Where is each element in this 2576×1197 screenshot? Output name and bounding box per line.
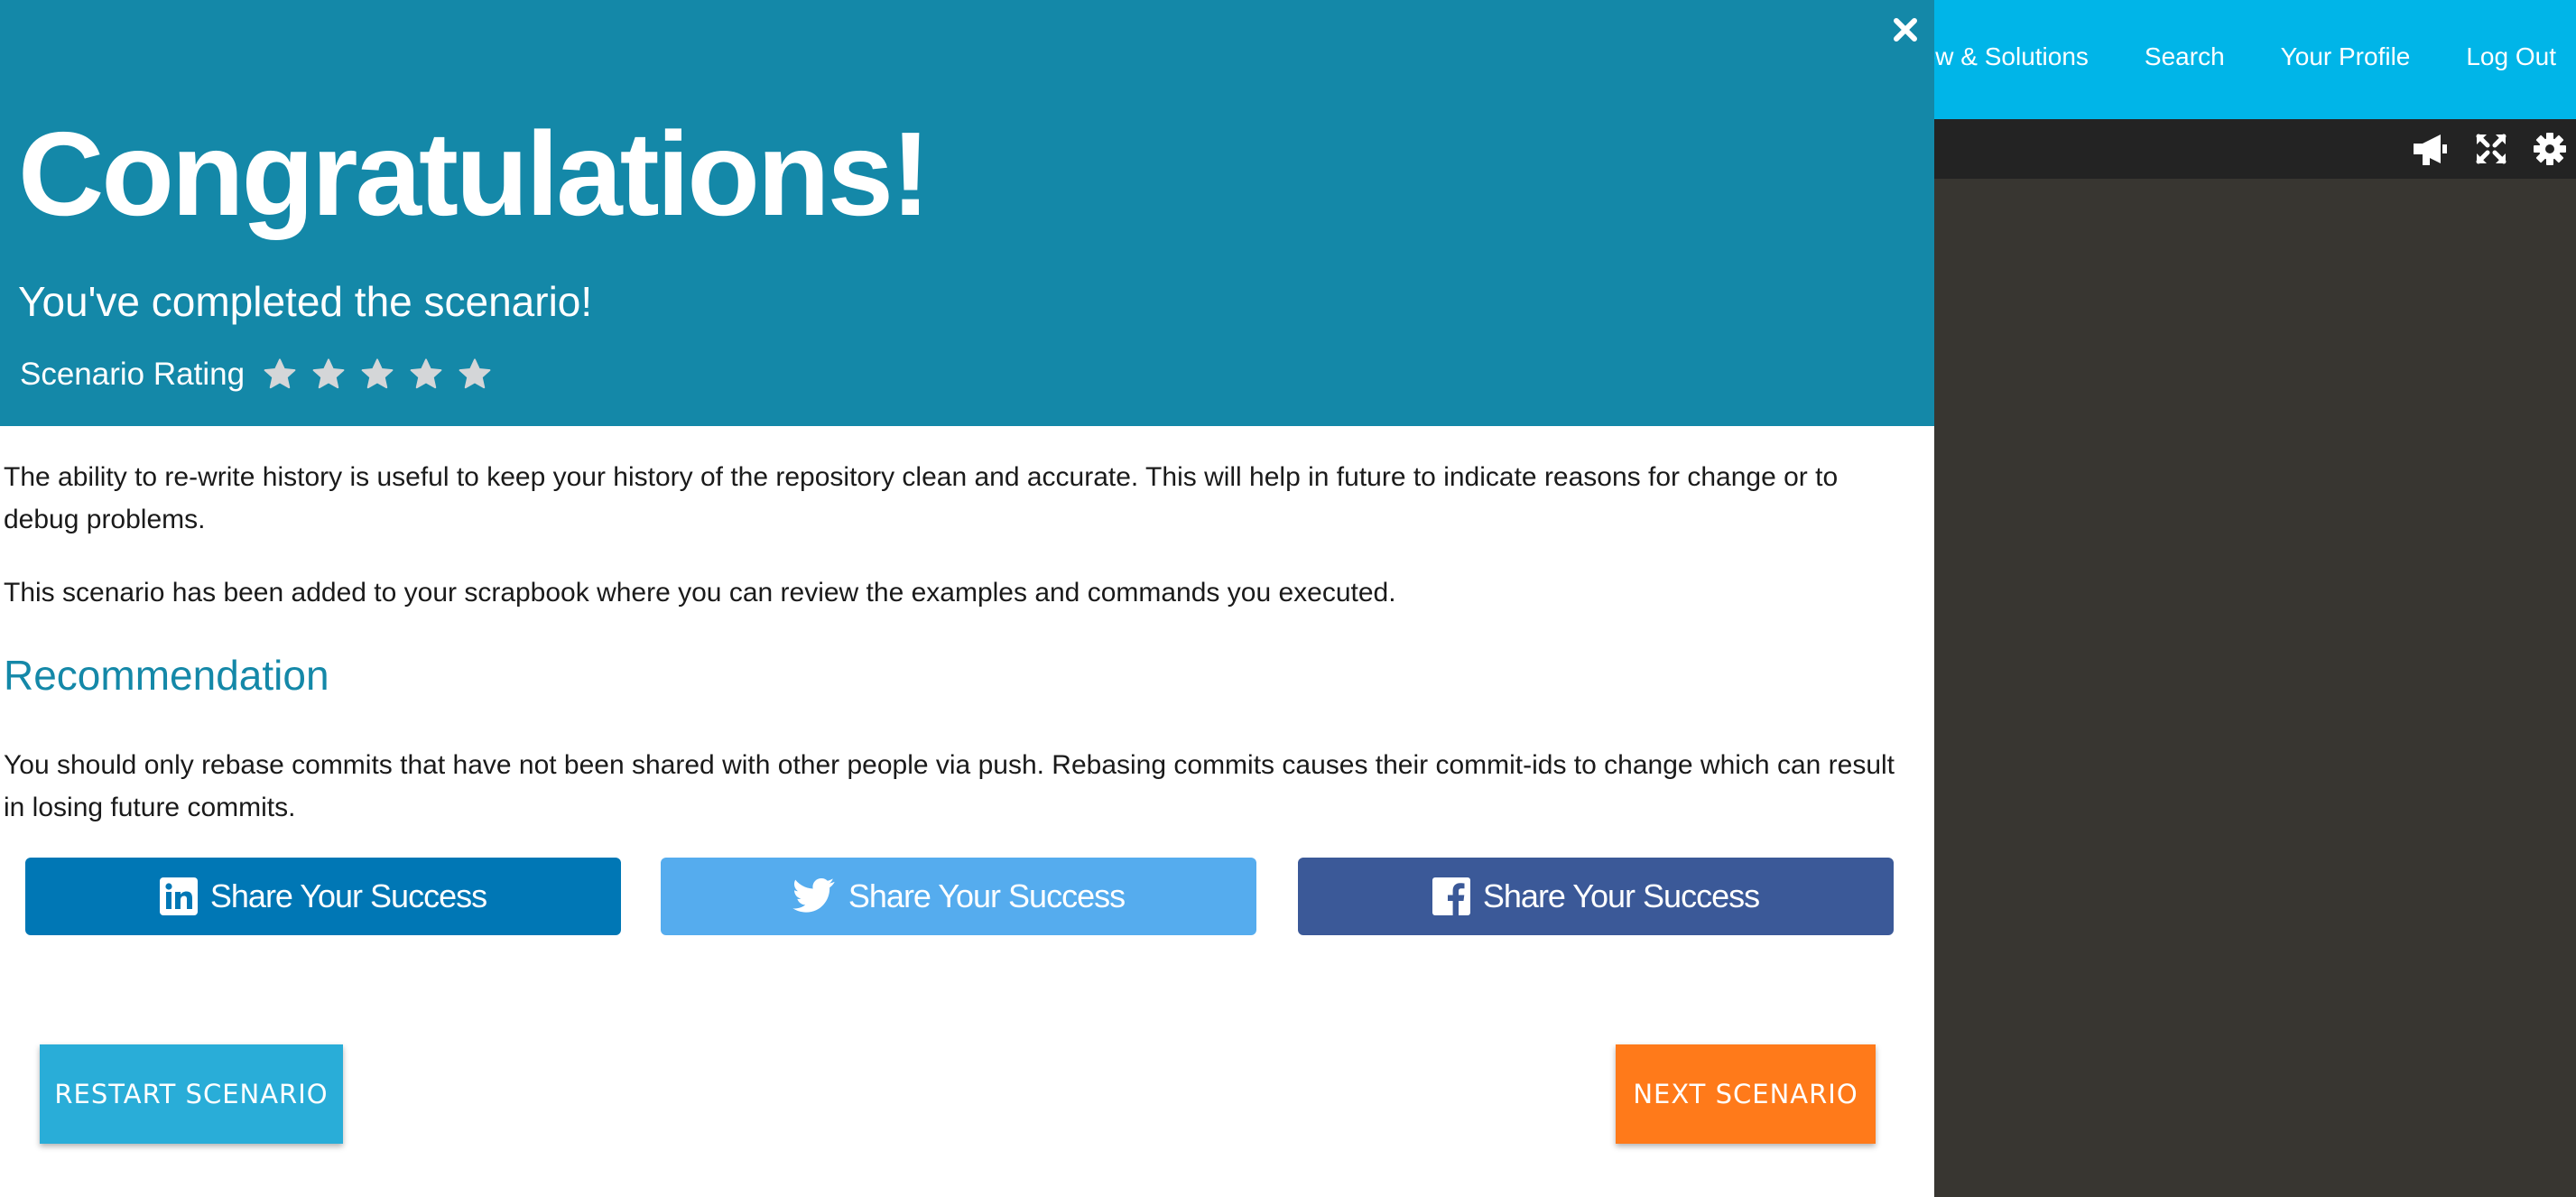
share-twitter-button[interactable]: Share Your Success (661, 858, 1256, 935)
next-scenario-button[interactable]: NEXT SCENARIO (1616, 1044, 1876, 1144)
rating-label: Scenario Rating (20, 357, 246, 392)
facebook-icon (1432, 877, 1470, 915)
close-icon (1894, 18, 1917, 42)
completion-modal: Congratulations! You've completed the sc… (0, 0, 1934, 1197)
completion-paragraph: The ability to re-write history is usefu… (4, 462, 1839, 534)
rating-star-icon[interactable] (263, 357, 297, 392)
gear-icon[interactable] (2533, 132, 2567, 166)
share-twitter-label: Share Your Success (848, 877, 1126, 914)
linkedin-icon (159, 877, 198, 915)
modal-header: Congratulations! You've completed the sc… (0, 0, 1934, 426)
nav-links: ew & Solutions Search Your Profile Log O… (1922, 0, 2576, 113)
page-title: Congratulations! (18, 107, 931, 240)
rating-star-icon[interactable] (458, 357, 492, 392)
modal-subtitle: You've completed the scenario! (18, 278, 593, 325)
nav-link-search[interactable]: Search (2145, 42, 2225, 71)
close-button[interactable] (1888, 13, 1923, 47)
rating-star-icon[interactable] (360, 357, 394, 392)
nav-link-your-profile[interactable]: Your Profile (2281, 42, 2411, 71)
nav-link-review-solutions[interactable]: ew & Solutions (1922, 42, 2089, 71)
share-linkedin-label: Share Your Success (209, 877, 487, 914)
expand-icon[interactable] (2475, 133, 2507, 165)
restart-scenario-button[interactable]: RESTART SCENARIO (40, 1044, 343, 1144)
megaphone-icon[interactable] (2410, 131, 2450, 167)
terminal-toolbar-icons (2410, 119, 2576, 179)
terminal-area (1934, 179, 2576, 1197)
scenario-rating: Scenario Rating (20, 352, 492, 397)
share-linkedin-button[interactable]: Share Your Success (25, 858, 621, 935)
rating-stars (263, 357, 492, 392)
share-facebook-button[interactable]: Share Your Success (1298, 858, 1894, 935)
recommendation-heading: Recommendation (4, 652, 329, 699)
rating-star-icon[interactable] (409, 357, 443, 392)
recommendation-paragraph: You should only rebase commits that have… (4, 750, 1895, 822)
nav-link-log-out[interactable]: Log Out (2466, 42, 2556, 71)
rating-star-icon[interactable] (311, 357, 346, 392)
scrapbook-paragraph: This scenario has been added to your scr… (4, 578, 1396, 608)
twitter-icon (792, 878, 835, 913)
share-facebook-label: Share Your Success (1482, 877, 1760, 914)
